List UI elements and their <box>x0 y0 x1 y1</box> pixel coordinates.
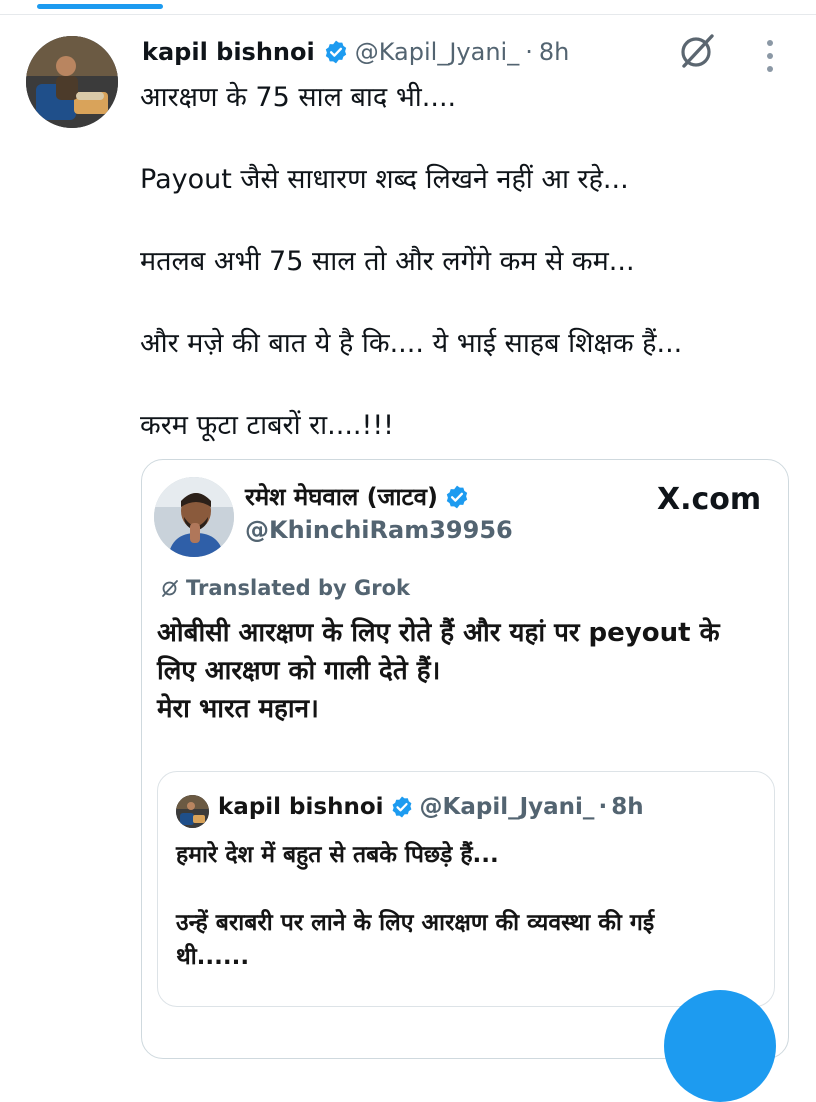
more-options-icon[interactable] <box>756 36 784 76</box>
translated-label: Translated by Grok <box>186 576 411 600</box>
top-tab-bar <box>0 0 816 15</box>
quoted-author-name[interactable]: रमेश मेघवाल (जाटव) <box>245 480 438 513</box>
nested-author-avatar[interactable] <box>176 795 209 828</box>
nested-post-time[interactable]: 8h <box>611 794 643 820</box>
verified-badge-icon <box>446 485 468 508</box>
quoted-author-avatar[interactable] <box>154 477 234 557</box>
active-tab-indicator <box>37 4 163 9</box>
source-label: X.com <box>657 482 762 517</box>
tweet-line: आरक्षण के 75 साल बाद भी.... <box>140 82 457 113</box>
tweet-body: आरक्षण के 75 साल बाद भी.... Payout जैसे … <box>140 78 780 446</box>
nested-quote-body: हमारे देश में बहुत से तबके पिछड़े हैं...… <box>176 838 766 974</box>
tweet-header: kapil bishnoi @Kapil_Jyani_ · 8h <box>142 34 569 70</box>
author-name[interactable]: kapil bishnoi <box>142 38 315 66</box>
grok-icon <box>162 580 178 597</box>
tweet-line: और मज़े की बात ये है कि.... ये भाई साहब … <box>140 328 683 359</box>
quoted-line: मेरा भारत महान। <box>157 694 319 724</box>
post-time[interactable]: 8h <box>539 38 569 66</box>
verified-badge-icon <box>325 40 346 64</box>
grok-icon[interactable] <box>676 30 718 72</box>
separator-dot: · <box>598 794 608 820</box>
nested-line: हमारे देश में बहुत से तबके पिछड़े हैं... <box>176 842 499 868</box>
author-handle[interactable]: @Kapil_Jyani_ <box>355 38 519 66</box>
tweet-line: करम फूटा टाबरों रा....!!! <box>140 410 394 441</box>
nested-author-handle[interactable]: @Kapil_Jyani_ <box>420 794 595 820</box>
nested-quote-header: kapil bishnoi @Kapil_Jyani_ · 8h <box>218 794 644 820</box>
quoted-line: लिए आरक्षण को गाली देते हैं। <box>157 656 441 686</box>
separator-dot: · <box>525 38 533 66</box>
compose-fab[interactable] <box>664 990 776 1102</box>
tweet-line: मतलब अभी 75 साल तो और लगेंगे कम से कम... <box>140 246 635 277</box>
quoted-post-body: ओबीसी आरक्षण के लिए रोते हैं और यहां पर … <box>157 614 777 728</box>
verified-badge-icon <box>392 796 411 818</box>
tweet-line: Payout जैसे साधारण शब्द लिखने नहीं आ रहे… <box>140 164 629 195</box>
quoted-author-row: रमेश मेघवाल (जाटव) <box>245 480 470 513</box>
author-avatar[interactable] <box>26 36 118 128</box>
nested-author-name[interactable]: kapil bishnoi <box>218 794 384 820</box>
nested-line: उन्हें बराबरी पर लाने के लिए आरक्षण की व… <box>176 910 655 970</box>
quoted-author-handle[interactable]: @KhinchiRam39956 <box>245 516 513 544</box>
quoted-line: ओबीसी आरक्षण के लिए रोते हैं और यहां पर … <box>157 618 720 648</box>
translated-by-grok[interactable]: Translated by Grok <box>160 576 410 600</box>
